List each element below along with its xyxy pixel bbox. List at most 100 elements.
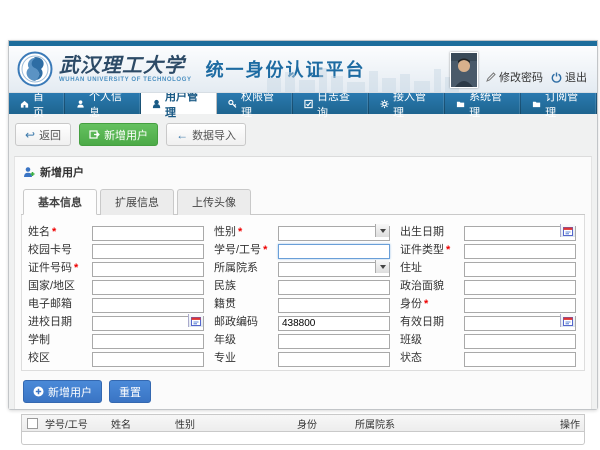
input-民族[interactable] xyxy=(278,280,390,295)
form-field: 证件类型* xyxy=(400,241,578,256)
input-证件类型[interactable] xyxy=(464,244,576,259)
form-field: 出生日期 xyxy=(400,223,578,238)
dropdown-arrow-icon[interactable] xyxy=(375,224,389,237)
reset-button-label: 重置 xyxy=(119,384,141,400)
input-性别[interactable] xyxy=(278,226,390,241)
submit-add-user-button[interactable]: 新增用户 xyxy=(23,380,102,403)
form-field: 证件号码* xyxy=(28,259,206,274)
input-专业[interactable] xyxy=(278,352,390,367)
back-button[interactable]: ↩ 返回 xyxy=(15,123,71,146)
university-name-cn: 武汉理工大学 xyxy=(59,55,192,75)
main-nav: 首页个人信息用户管理权限管理日志查询接入管理系统管理订阅管理 xyxy=(9,93,597,114)
input-身份[interactable] xyxy=(464,298,576,313)
data-import-button[interactable]: ← 数据导入 xyxy=(166,123,246,146)
form-grid: 姓名*性别*出生日期校园卡号学号/工号*证件类型*证件号码*所属院系住址国家/地… xyxy=(28,223,578,364)
user-avatar[interactable] xyxy=(450,52,478,88)
logout-link[interactable]: 退出 xyxy=(551,69,587,85)
form-field: 邮政编码 xyxy=(214,313,392,328)
user-plus-icon xyxy=(23,166,35,178)
calendar-button[interactable] xyxy=(188,314,203,327)
table-column-header: 姓名 xyxy=(107,416,171,431)
table-column-header: 学号/工号 xyxy=(41,416,107,431)
form-actions: 新增用户 重置 xyxy=(21,371,585,412)
change-password-label: 修改密码 xyxy=(499,69,543,85)
field-label: 性别* xyxy=(214,223,278,239)
form-field: 身份* xyxy=(400,295,578,310)
back-button-label: 返回 xyxy=(39,127,61,143)
calendar-button[interactable] xyxy=(560,224,575,237)
folder-icon xyxy=(532,99,541,109)
content-area: ↩ 返回 新增用户 ← 数据导入 xyxy=(9,114,597,409)
required-asterisk: * xyxy=(263,244,267,256)
gear-icon xyxy=(380,99,389,109)
field-label: 学制 xyxy=(28,331,92,347)
nav-item-folder[interactable]: 系统管理 xyxy=(445,93,521,114)
nav-item-gear[interactable]: 接入管理 xyxy=(369,93,445,114)
add-user-toolbar-label: 新增用户 xyxy=(104,127,148,143)
form-field: 民族 xyxy=(214,277,392,292)
field-label: 有效日期 xyxy=(400,313,464,329)
user-table-header: 学号/工号姓名性别身份所属院系操作 xyxy=(21,414,585,432)
nav-item-folder[interactable]: 订阅管理 xyxy=(521,93,597,114)
input-班级[interactable] xyxy=(464,334,576,349)
input-校园卡号[interactable] xyxy=(92,244,204,259)
tab-inactive[interactable]: 上传头像 xyxy=(177,189,251,215)
person-icon xyxy=(76,99,85,109)
university-name-en: WUHAN UNIVERSITY OF TECHNOLOGY xyxy=(59,77,192,83)
required-asterisk: * xyxy=(52,226,56,238)
add-user-toolbar-button[interactable]: 新增用户 xyxy=(79,123,158,146)
field-label: 进校日期 xyxy=(28,313,92,329)
input-证件号码[interactable] xyxy=(92,262,204,277)
field-label: 身份* xyxy=(400,295,464,311)
input-学号/工号[interactable] xyxy=(278,244,390,259)
table-column-header: 所属院系 xyxy=(351,416,555,431)
import-arrow-icon: ← xyxy=(176,129,188,141)
table-column-header: 性别 xyxy=(171,416,293,431)
input-所属院系[interactable] xyxy=(278,262,390,277)
form-field: 状态 xyxy=(400,349,578,364)
tab-inactive[interactable]: 扩展信息 xyxy=(100,189,174,215)
form-field: 专业 xyxy=(214,349,392,364)
input-状态[interactable] xyxy=(464,352,576,367)
change-password-link[interactable]: 修改密码 xyxy=(486,69,543,85)
nav-item-user[interactable]: 个人信息 xyxy=(65,93,141,114)
field-label: 住址 xyxy=(400,259,464,275)
nav-item-log[interactable]: 日志查询 xyxy=(293,93,369,114)
input-邮政编码[interactable] xyxy=(278,316,390,331)
reset-button[interactable]: 重置 xyxy=(109,380,151,403)
input-年级[interactable] xyxy=(278,334,390,349)
input-籍贯[interactable] xyxy=(278,298,390,313)
select-all-checkbox[interactable] xyxy=(27,418,38,429)
calendar-icon xyxy=(563,226,573,236)
nav-item-key[interactable]: 权限管理 xyxy=(217,93,293,114)
form-field: 所属院系 xyxy=(214,259,392,274)
field-label: 班级 xyxy=(400,331,464,347)
input-住址[interactable] xyxy=(464,262,576,277)
table-column-header: 身份 xyxy=(293,416,351,431)
data-import-label: 数据导入 xyxy=(192,127,236,143)
form-field: 政治面貌 xyxy=(400,277,578,292)
plus-circle-icon xyxy=(33,386,44,397)
required-asterisk: * xyxy=(446,244,450,256)
calendar-button[interactable] xyxy=(560,314,575,327)
form-field: 住址 xyxy=(400,259,578,274)
calendar-icon xyxy=(563,316,573,326)
header: 武汉理工大学 WUHAN UNIVERSITY OF TECHNOLOGY 统一… xyxy=(9,46,597,93)
input-电子邮箱[interactable] xyxy=(92,298,204,313)
input-姓名[interactable] xyxy=(92,226,204,241)
university-logo xyxy=(17,51,53,87)
nav-item-users[interactable]: 用户管理 xyxy=(141,93,217,114)
tab-active[interactable]: 基本信息 xyxy=(23,189,97,215)
header-titles: 武汉理工大学 WUHAN UNIVERSITY OF TECHNOLOGY xyxy=(59,55,192,83)
nav-item-home[interactable]: 首页 xyxy=(9,93,65,114)
dropdown-arrow-icon[interactable] xyxy=(375,260,389,273)
field-label: 状态 xyxy=(400,349,464,365)
input-校区[interactable] xyxy=(92,352,204,367)
required-asterisk: * xyxy=(74,262,78,274)
form-field: 国家/地区 xyxy=(28,277,206,292)
input-政治面貌[interactable] xyxy=(464,280,576,295)
form-field: 校区 xyxy=(28,349,206,364)
input-学制[interactable] xyxy=(92,334,204,349)
header-user-area: 修改密码 退出 xyxy=(450,52,587,88)
input-国家/地区[interactable] xyxy=(92,280,204,295)
